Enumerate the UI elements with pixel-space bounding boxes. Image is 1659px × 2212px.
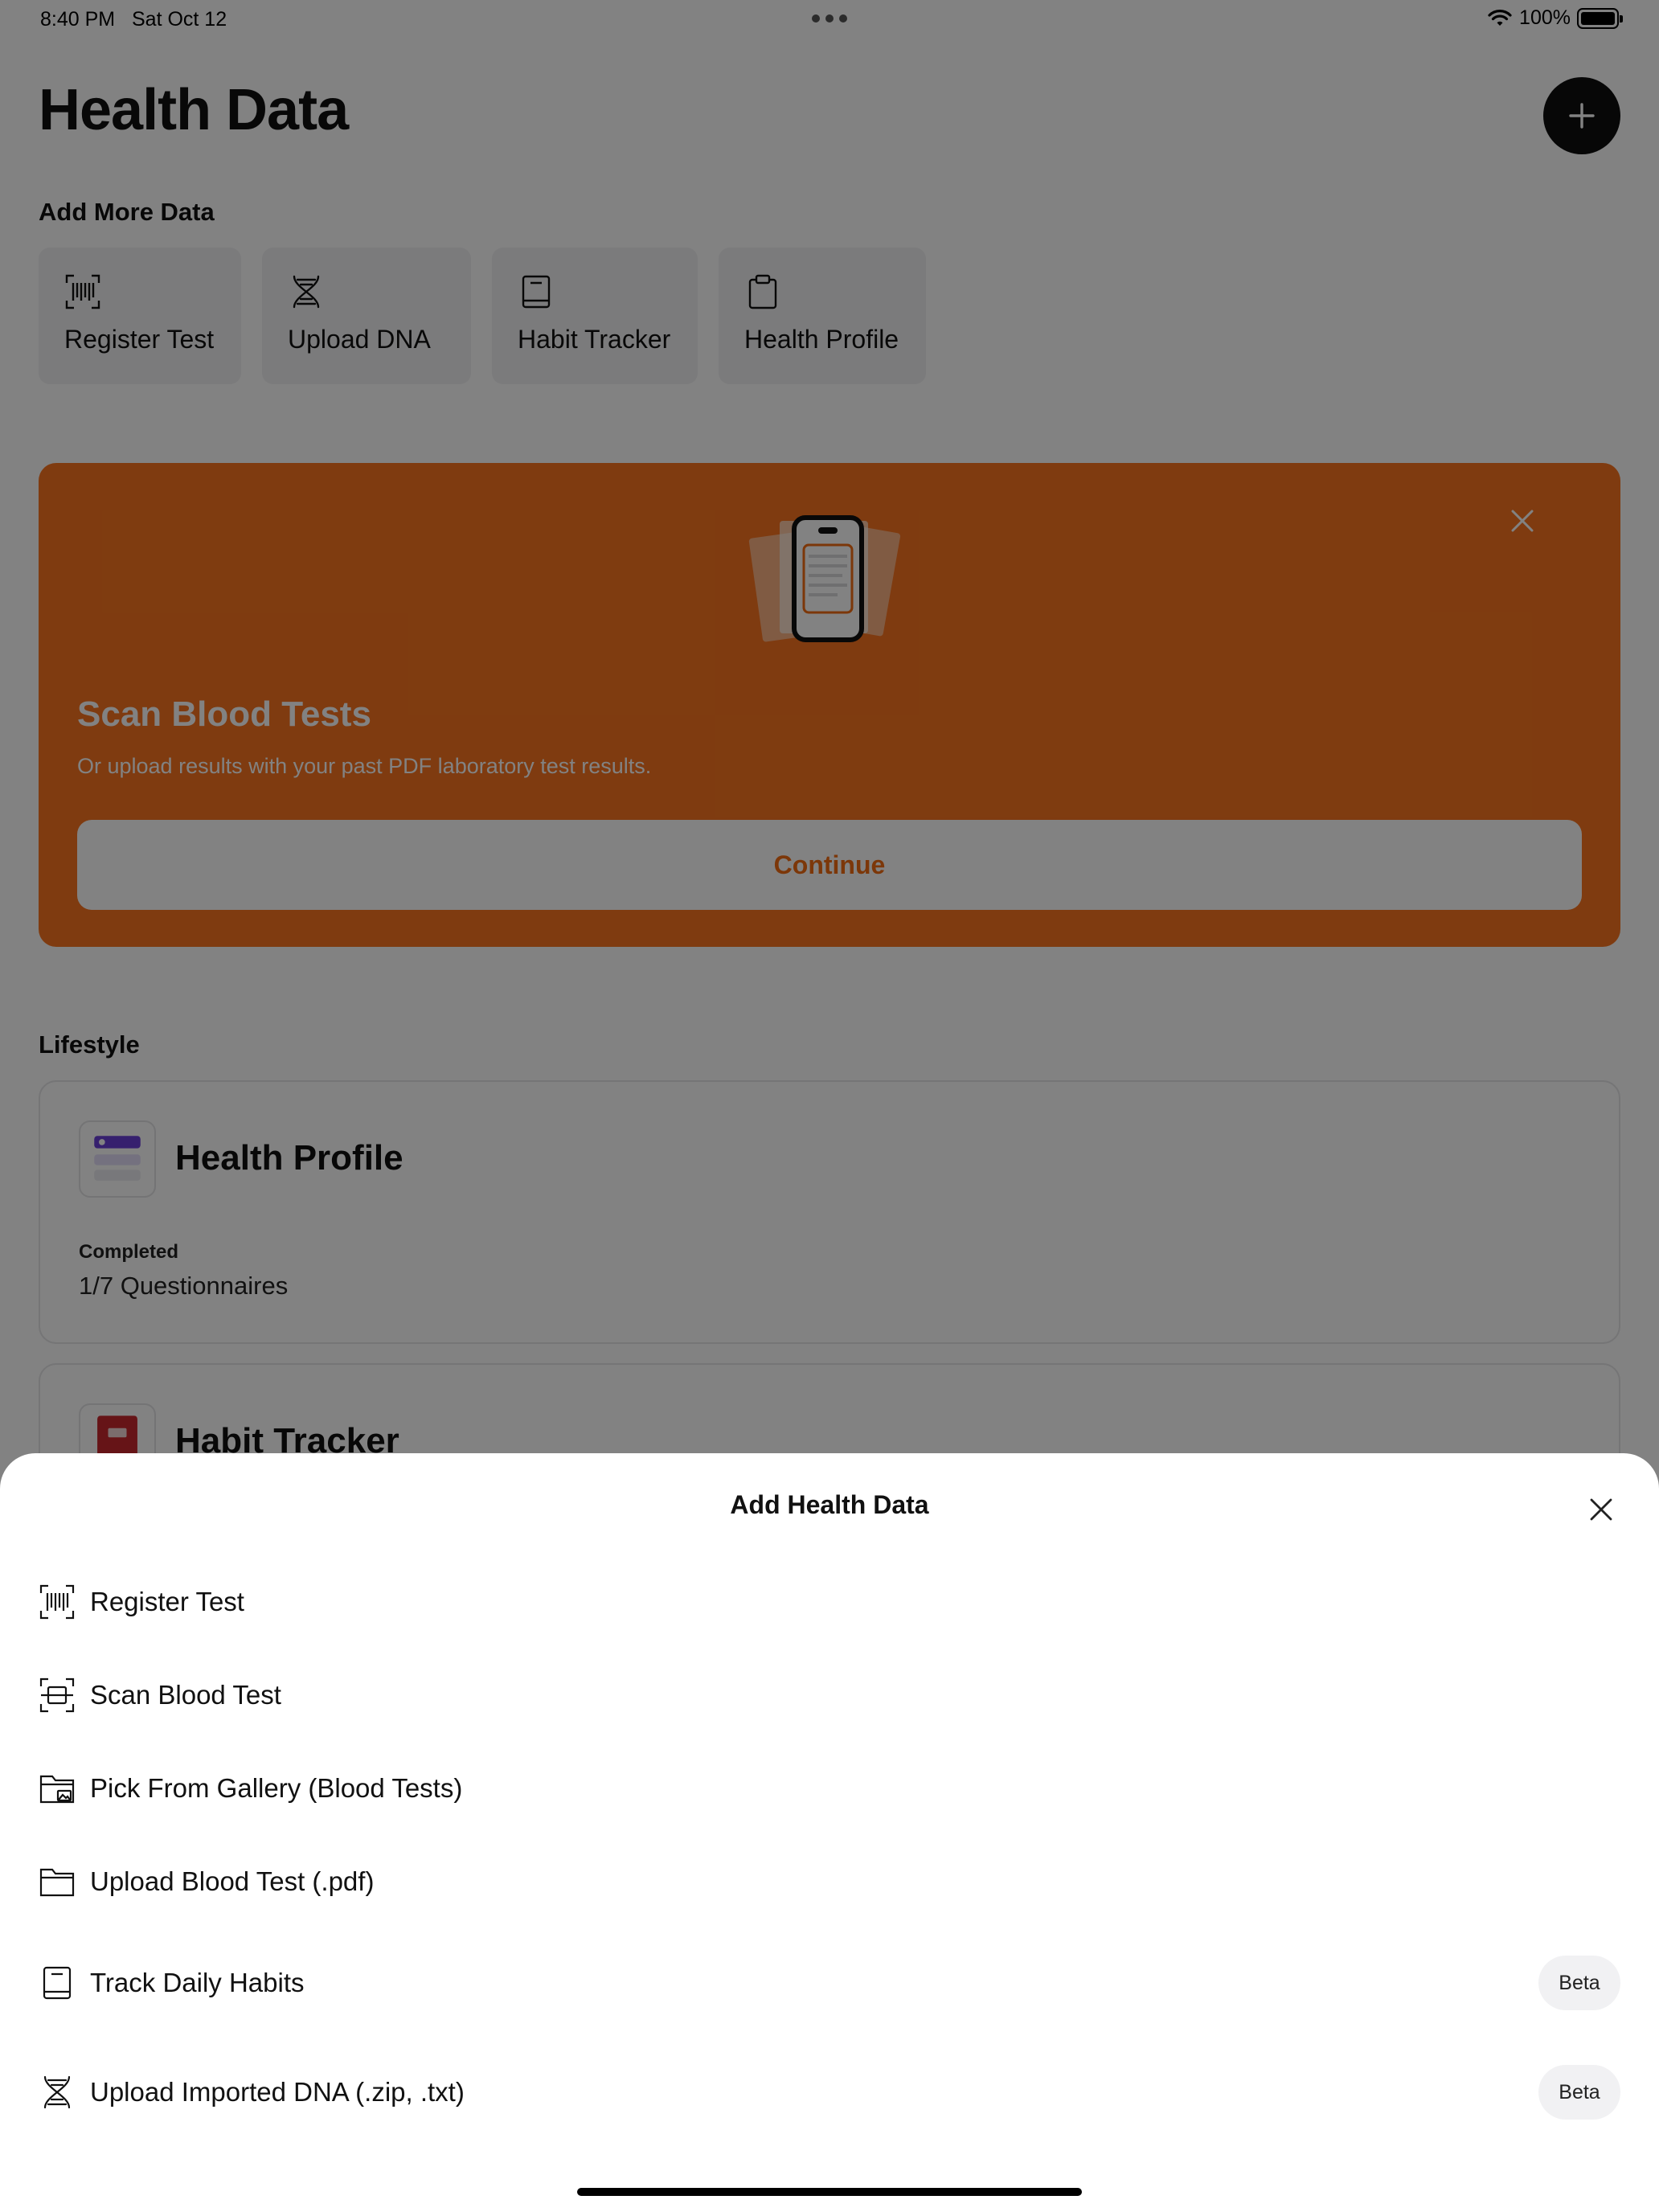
beta-badge: Beta	[1538, 2065, 1620, 2120]
scan-document-icon	[39, 1677, 75, 1713]
dna-icon	[43, 2075, 71, 2109]
beta-badge: Beta	[1538, 1956, 1620, 2010]
health-data-screen: 8:40 PM Sat Oct 12 100% Health Data Add …	[0, 0, 1659, 2212]
option-pick-from-gallery[interactable]: Pick From Gallery (Blood Tests)	[0, 1744, 1659, 1833]
add-health-data-sheet: Add Health Data Register Test Scan Blood…	[0, 1453, 1659, 2212]
barcode-scan-icon	[39, 1584, 75, 1620]
option-upload-blood-test-pdf-label: Upload Blood Test (.pdf)	[90, 1866, 375, 1896]
option-upload-blood-test-pdf[interactable]: Upload Blood Test (.pdf)	[0, 1837, 1659, 1926]
option-scan-blood-test[interactable]: Scan Blood Test	[0, 1651, 1659, 1739]
folder-icon	[39, 1868, 75, 1897]
option-register-test[interactable]: Register Test	[0, 1558, 1659, 1646]
option-register-test-label: Register Test	[90, 1587, 244, 1616]
option-upload-imported-dna[interactable]: Upload Imported DNA (.zip, .txt) Beta	[0, 2048, 1659, 2136]
folder-image-icon	[39, 1775, 75, 1804]
option-pick-from-gallery-label: Pick From Gallery (Blood Tests)	[90, 1773, 463, 1803]
option-track-daily-habits[interactable]: Track Daily Habits Beta	[0, 1939, 1659, 2027]
book-icon	[43, 1966, 72, 2000]
option-scan-blood-test-label: Scan Blood Test	[90, 1680, 281, 1710]
home-indicator[interactable]	[577, 2188, 1082, 2196]
sheet-title: Add Health Data	[730, 1490, 929, 1519]
close-icon[interactable]	[1585, 1493, 1617, 1526]
option-track-daily-habits-label: Track Daily Habits	[90, 1968, 305, 1997]
option-upload-imported-dna-label: Upload Imported DNA (.zip, .txt)	[90, 2077, 465, 2107]
